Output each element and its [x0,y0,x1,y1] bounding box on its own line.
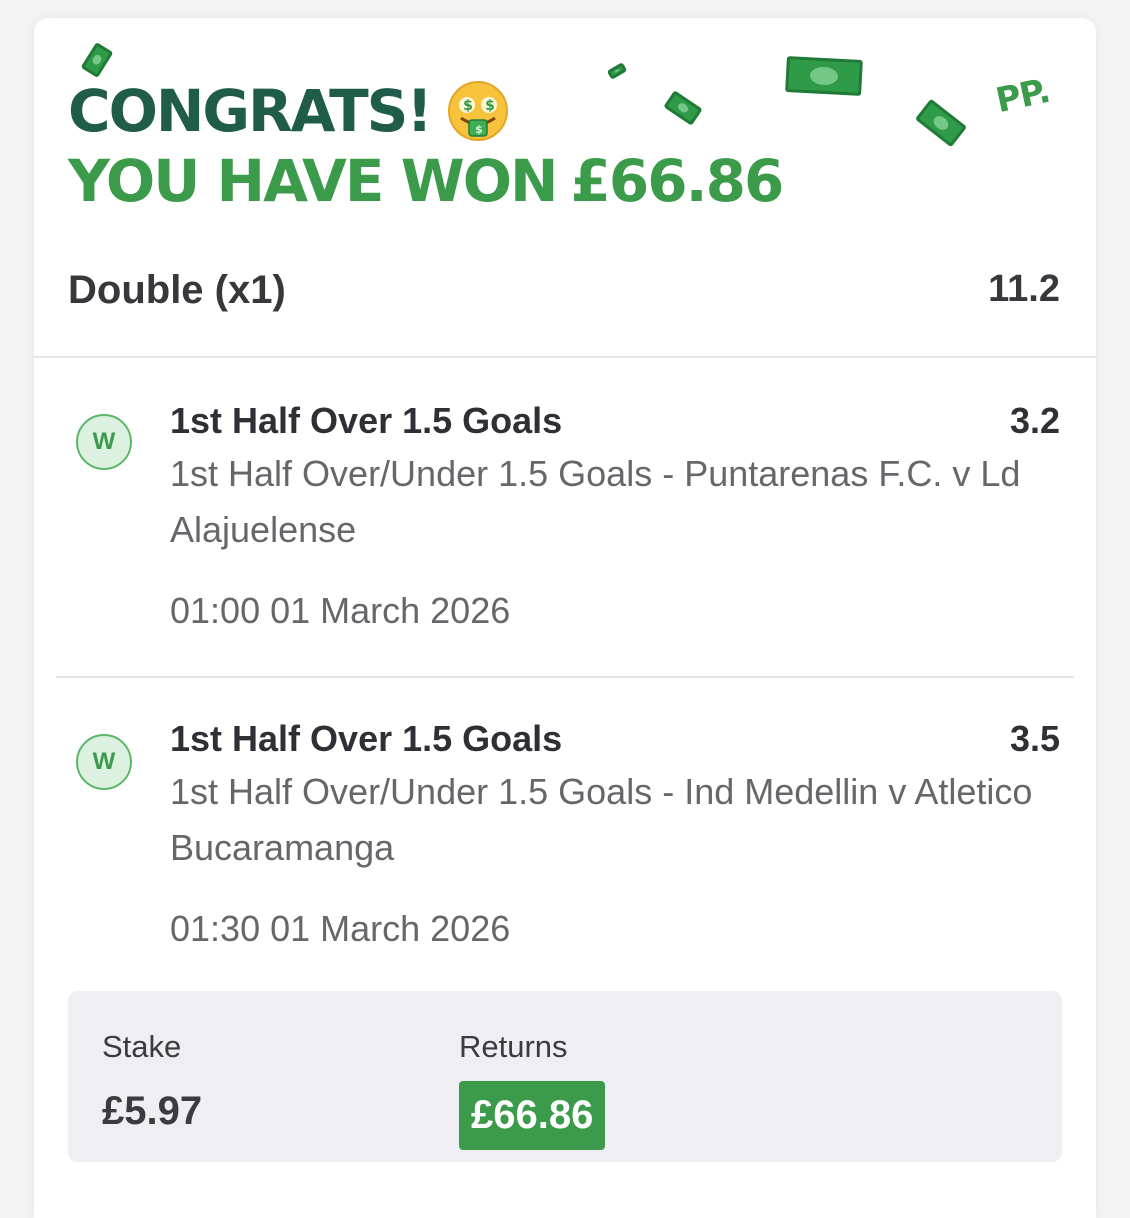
won-prefix: YOU HAVE WON [68,147,559,215]
won-heading: YOU HAVE WON £66.86 [68,152,784,210]
selection-description: 1st Half Over/Under 1.5 Goals - Puntaren… [170,453,1021,550]
won-status-icon: W [76,734,132,790]
selection-odds: 3.2 [1009,400,1060,441]
banknote-icon [606,62,628,80]
returns-label: Returns [459,1029,568,1064]
brand-logo: PP. [992,70,1054,122]
banknote-icon [663,90,703,126]
money-mouth-face-icon: $ $ $ [447,80,509,142]
selection-odds: 3.5 [1009,718,1060,759]
congrats-text: CONGRATS! [68,77,433,145]
congrats-heading: CONGRATS! $ $ $ [68,80,509,142]
banknote-icon [914,98,968,148]
stake-value: £5.97 [102,1089,203,1133]
returns-value: £66.86 [459,1081,606,1150]
bet-summary: Stake £5.97 Returns £66.86 [68,991,1062,1162]
win-header: PP. CONGRATS! $ $ $ YOU HAVE WON £66.86 D… [34,18,1096,358]
won-status-icon: W [76,414,132,470]
banknote-icon [80,41,114,79]
svg-text:$: $ [485,98,494,114]
total-odds: 11.2 [988,268,1060,310]
svg-text:$: $ [463,98,472,114]
bet-type-label: Double (x1) [68,268,286,312]
selection-time: 01:30 01 March 2026 [170,908,511,949]
selection-market: 1st Half Over 1.5 Goals [170,400,563,441]
banknote-icon [785,56,863,96]
selection-market: 1st Half Over 1.5 Goals [170,718,563,759]
stake-label: Stake [102,1029,182,1064]
won-amount: £66.86 [570,147,785,215]
selection-description: 1st Half Over/Under 1.5 Goals - Ind Mede… [170,771,1033,868]
bet-receipt-card: PP. CONGRATS! $ $ $ YOU HAVE WON £66.86 D… [34,18,1096,1218]
selection-time: 01:00 01 March 2026 [170,590,511,631]
selection-item: W 1st Half Over 1.5 Goals 3.5 1st Half O… [56,676,1074,996]
selection-item: W 1st Half Over 1.5 Goals 3.2 1st Half O… [56,358,1074,676]
